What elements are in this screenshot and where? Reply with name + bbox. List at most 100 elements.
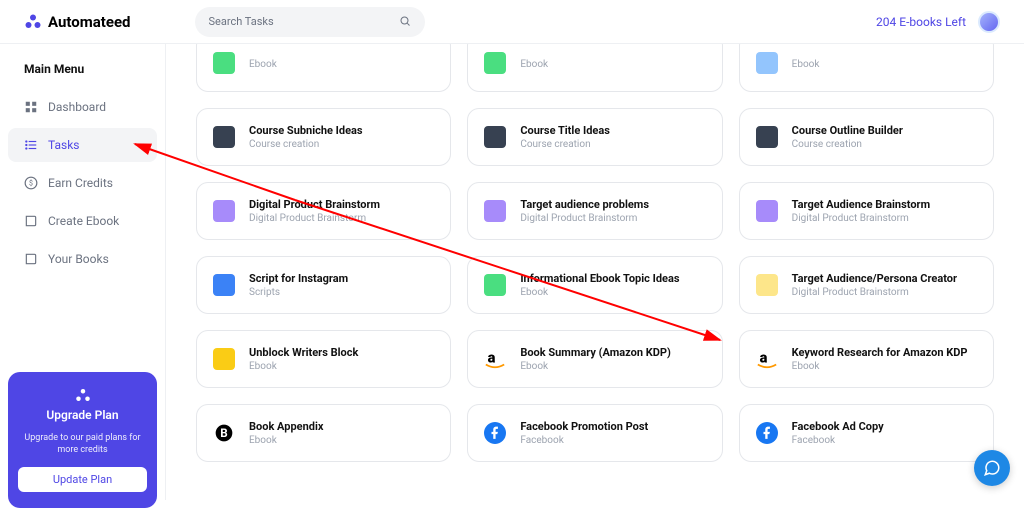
sidebar-item-create-ebook[interactable]: Create Ebook bbox=[8, 204, 157, 238]
sidebar-item-label: Earn Credits bbox=[48, 176, 113, 190]
task-card[interactable]: Ebook bbox=[739, 44, 994, 92]
task-card[interactable]: Target Audience Brainstorm Digital Produc… bbox=[739, 182, 994, 240]
card-sub: Digital Product Brainstorm bbox=[792, 287, 957, 298]
card-title: Target Audience/Persona Creator bbox=[792, 272, 957, 285]
monitor-icon bbox=[756, 126, 778, 148]
task-card[interactable]: B Book Appendix Ebook bbox=[196, 404, 451, 462]
task-card[interactable]: Ebook bbox=[467, 44, 722, 92]
sidebar-item-tasks[interactable]: Tasks bbox=[8, 128, 157, 162]
sidebar-item-label: Create Ebook bbox=[48, 214, 119, 228]
card-sub: Facebook bbox=[520, 435, 648, 446]
card-title: Script for Instagram bbox=[249, 272, 348, 285]
upgrade-title: Upgrade Plan bbox=[18, 408, 147, 422]
appendix-icon: B bbox=[213, 422, 235, 444]
dollar-icon: $ bbox=[24, 176, 38, 190]
card-sub: Digital Product Brainstorm bbox=[792, 213, 930, 224]
grid-icon bbox=[24, 100, 38, 114]
task-card[interactable]: Target Audience/Persona Creator Digital P… bbox=[739, 256, 994, 314]
card-sub: Digital Product Brainstorm bbox=[520, 213, 649, 224]
monitor-icon bbox=[213, 126, 235, 148]
card-title: Target Audience Brainstorm bbox=[792, 198, 930, 211]
sidebar-item-earn-credits[interactable]: $ Earn Credits bbox=[8, 166, 157, 200]
persona-icon bbox=[756, 274, 778, 296]
card-title: Target audience problems bbox=[520, 198, 649, 211]
search-input[interactable]: Search Tasks bbox=[195, 7, 425, 37]
card-sub: Course creation bbox=[792, 139, 903, 150]
sidebar: Main Menu Dashboard Tasks $ Earn Credits… bbox=[0, 44, 166, 500]
card-title: Course Title Ideas bbox=[520, 124, 610, 137]
card-sub: Scripts bbox=[249, 287, 348, 298]
book-icon bbox=[213, 52, 235, 74]
book-icon bbox=[484, 274, 506, 296]
card-sub: Ebook bbox=[249, 435, 323, 446]
logo-icon bbox=[24, 13, 42, 31]
task-card[interactable]: Informational Ebook Topic Ideas Ebook bbox=[467, 256, 722, 314]
ebooks-left-label[interactable]: 204 E-books Left bbox=[876, 15, 966, 29]
card-sub: Ebook bbox=[520, 59, 548, 70]
top-bar: Automateed Search Tasks 204 E-books Left bbox=[0, 0, 1024, 44]
task-card[interactable]: Course Outline BuilderCourse creation bbox=[739, 108, 994, 166]
sidebar-title: Main Menu bbox=[24, 62, 157, 76]
task-card[interactable]: Course Title Ideas Course creation bbox=[467, 108, 722, 166]
card-sub: Ebook bbox=[792, 59, 820, 70]
task-card[interactable]: Ebook bbox=[196, 44, 451, 92]
card-title: Keyword Research for Amazon KDP bbox=[792, 346, 968, 359]
upgrade-sub: Upgrade to our paid plans for more credi… bbox=[18, 432, 147, 457]
books-icon bbox=[24, 252, 38, 266]
task-card[interactable]: a Keyword Research for Amazon KDP Ebook bbox=[739, 330, 994, 388]
sidebar-item-label: Your Books bbox=[48, 252, 109, 266]
task-grid: Ebook Ebook Ebook Course Subniche IdeasC… bbox=[196, 44, 994, 462]
card-sub: Ebook bbox=[520, 287, 679, 298]
card-sub: Ebook bbox=[249, 59, 277, 70]
sidebar-item-your-books[interactable]: Your Books bbox=[8, 242, 157, 276]
chat-bubble-button[interactable] bbox=[974, 450, 1010, 486]
card-sub: Facebook bbox=[792, 435, 884, 446]
card-sub: Ebook bbox=[249, 361, 358, 372]
task-card[interactable]: a Book Summary (Amazon KDP) Ebook bbox=[467, 330, 722, 388]
card-title: Book Appendix bbox=[249, 420, 323, 433]
card-title: Facebook Ad Copy bbox=[792, 420, 884, 433]
target-icon bbox=[756, 200, 778, 222]
search-icon bbox=[399, 12, 411, 31]
task-card[interactable]: Target audience problems Digital Product … bbox=[467, 182, 722, 240]
card-sub: Ebook bbox=[792, 361, 968, 372]
logo[interactable]: Automateed bbox=[24, 13, 131, 31]
script-icon bbox=[213, 274, 235, 296]
task-card[interactable]: Digital Product BrainstormDigital Produc… bbox=[196, 182, 451, 240]
card-sub: Course creation bbox=[249, 139, 363, 150]
main-content: Ebook Ebook Ebook Course Subniche IdeasC… bbox=[166, 44, 1024, 500]
svg-text:a: a bbox=[759, 349, 767, 367]
update-plan-button[interactable]: Update Plan bbox=[18, 467, 147, 492]
monitor-icon bbox=[484, 126, 506, 148]
task-card[interactable]: Unblock Writers Block Ebook bbox=[196, 330, 451, 388]
wall-icon bbox=[213, 348, 235, 370]
sidebar-item-dashboard[interactable]: Dashboard bbox=[8, 90, 157, 124]
svg-text:B: B bbox=[220, 426, 227, 440]
card-title: Course Subniche Ideas bbox=[249, 124, 363, 137]
card-sub: Course creation bbox=[520, 139, 610, 150]
sidebar-item-label: Tasks bbox=[48, 138, 80, 152]
avatar[interactable] bbox=[978, 11, 1000, 33]
list-icon bbox=[24, 138, 38, 152]
task-card[interactable]: Facebook Ad Copy Facebook bbox=[739, 404, 994, 462]
card-title: Unblock Writers Block bbox=[249, 346, 358, 359]
card-sub: Ebook bbox=[520, 361, 671, 372]
facebook-icon bbox=[756, 422, 778, 444]
target-icon bbox=[484, 200, 506, 222]
task-card[interactable]: Course Subniche Ideas Course creation bbox=[196, 108, 451, 166]
card-title: Facebook Promotion Post bbox=[520, 420, 648, 433]
facebook-icon bbox=[484, 422, 506, 444]
card-title: Informational Ebook Topic Ideas bbox=[520, 272, 679, 285]
amazon-icon: a bbox=[484, 348, 506, 370]
upgrade-card: Upgrade Plan Upgrade to our paid plans f… bbox=[8, 372, 157, 508]
task-card[interactable]: Facebook Promotion Post Facebook bbox=[467, 404, 722, 462]
dots-icon bbox=[18, 388, 147, 402]
book-icon bbox=[484, 52, 506, 74]
task-card[interactable]: Script for Instagram Scripts bbox=[196, 256, 451, 314]
card-title: Book Summary (Amazon KDP) bbox=[520, 346, 671, 359]
amazon-icon: a bbox=[756, 348, 778, 370]
search-placeholder: Search Tasks bbox=[209, 15, 274, 28]
brand-name: Automateed bbox=[48, 13, 131, 31]
book-icon bbox=[756, 52, 778, 74]
lightbulb-icon bbox=[213, 200, 235, 222]
